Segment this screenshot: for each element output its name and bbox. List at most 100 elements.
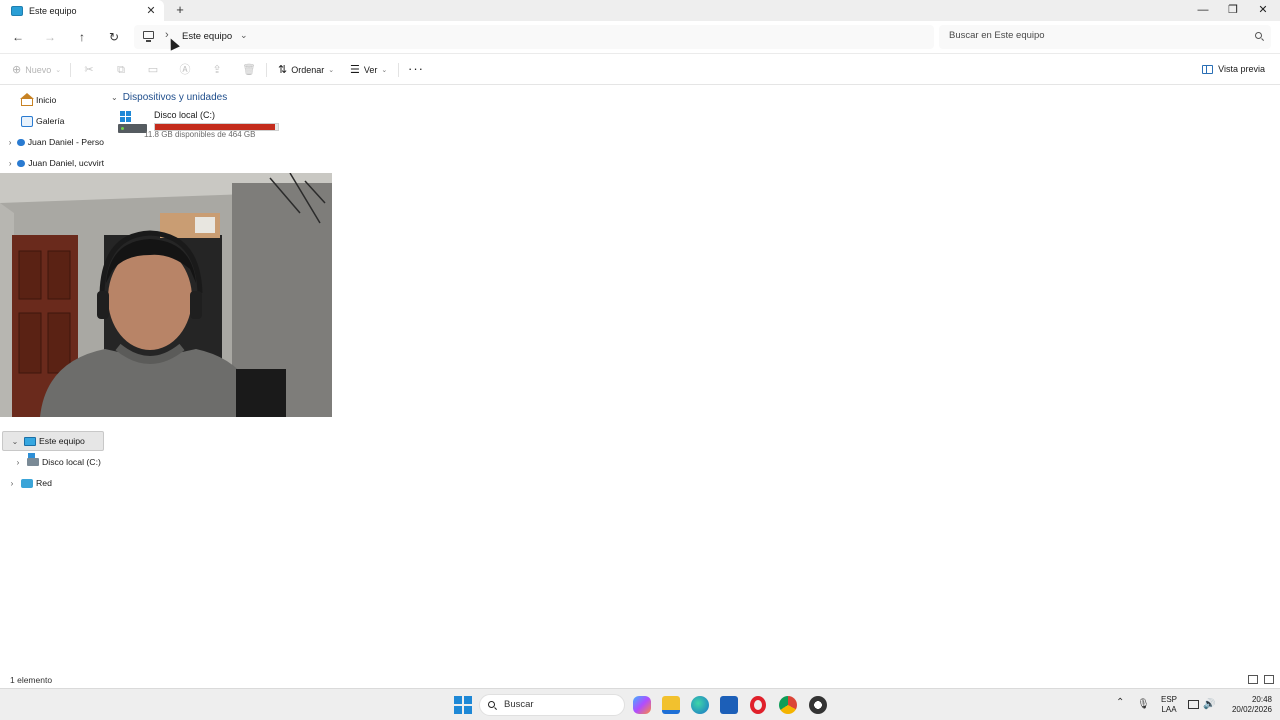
sidebar-item-red[interactable]: › Red [0,473,104,493]
collapse-chevron-icon[interactable]: ⌄ [10,437,20,446]
tiles-view-icon[interactable] [1264,675,1274,684]
search-input[interactable] [949,30,1239,41]
sort-icon: ⇅ [278,64,288,76]
pc-icon [143,31,154,42]
group-header-devices[interactable]: ⌄ Dispositivos y unidades [111,92,227,103]
expand-chevron-icon[interactable]: › [13,458,23,467]
copilot-icon[interactable] [633,696,651,714]
network-icon [21,478,33,488]
drive-free-space: 11.8 GB disponibles de 464 GB [144,130,256,139]
taskbar-search-input[interactable] [504,699,614,710]
up-button[interactable]: ↑ [73,29,91,45]
opera-browser-icon[interactable] [750,696,766,714]
search-icon [488,701,495,708]
expand-chevron-icon[interactable]: › [7,479,17,488]
new-button[interactable]: ⊕ Nuevo ⌄ [12,63,61,76]
volume-icon[interactable]: 🔊 [1203,699,1215,710]
language-indicator[interactable]: ESP LAA [1158,695,1180,715]
refresh-button[interactable]: ↻ [105,29,123,45]
sidebar-item-galeria[interactable]: Galería [0,111,104,131]
search-icon[interactable] [1255,32,1262,39]
item-count: 1 elemento [10,675,53,685]
sidebar-item-label: Juan Daniel, ucvvirt [28,158,104,168]
divider [266,63,267,77]
sidebar-item-onedrive-ucvvirtual[interactable]: › Juan Daniel, ucvvirt [0,153,104,173]
view-button[interactable]: ☰ Ver ⌄ [350,63,387,76]
file-explorer-icon[interactable] [662,696,680,714]
taskbar-search[interactable] [479,694,625,716]
explorer-tab-icon [11,5,23,16]
cut-icon[interactable]: ✂ [82,63,96,77]
share-icon[interactable]: ⇪ [210,63,224,77]
sidebar-item-label: Juan Daniel - Perso [27,137,104,147]
sidebar-item-label: Galería [36,116,65,126]
drive-name: Disco local (C:) [154,110,216,120]
windows-start-icon[interactable] [454,696,472,714]
onedrive-icon [17,159,26,167]
view-label: Ver [363,64,378,75]
breadcrumb-este-equipo[interactable]: Este equipo [182,31,232,42]
taskbar: ⌃ 🎙 ESP LAA 🔊 20:48 20/02/2026 [0,688,1280,720]
details-view-icon[interactable] [1248,675,1258,684]
address-bar[interactable]: › Este equipo ⌄ [134,25,934,49]
maximize-button[interactable]: ❐ [1218,0,1248,21]
chevron-down-icon: ⌄ [381,66,388,74]
onedrive-icon [17,138,25,146]
collapse-chevron-icon[interactable]: ⌄ [111,93,118,102]
delete-icon[interactable]: 🗑 [242,63,256,77]
home-icon [20,92,34,106]
preview-label: Vista previa [1218,64,1265,74]
minimize-button[interactable]: — [1188,0,1218,21]
preview-pane-button[interactable]: Vista previa [1202,64,1265,74]
expand-chevron-icon[interactable]: › [7,138,13,147]
keyboard-layout: LAA [1161,705,1177,714]
paste-icon[interactable]: ▭ [146,63,160,77]
microsoft-store-icon[interactable] [720,696,738,714]
sidebar-item-label: Inicio [36,95,57,105]
clock-time: 20:48 [1251,695,1272,704]
address-history-dropdown-icon[interactable]: ⌄ [240,30,248,41]
search-box[interactable] [939,25,1271,49]
clock[interactable]: 20:48 20/02/2026 [1222,695,1272,715]
new-plus-icon: ⊕ [12,64,22,76]
forward-button[interactable]: → [41,29,59,45]
chevron-down-icon: ⌄ [328,66,335,74]
sidebar-item-label: Disco local (C:) [42,457,101,467]
tab-este-equipo[interactable]: Este equipo ✕ [0,0,164,21]
gallery-icon [21,115,33,127]
sidebar-item-disco-local[interactable]: › Disco local (C:) [0,452,104,472]
sort-button[interactable]: ⇅ Ordenar ⌄ [278,63,334,76]
title-bar: Este equipo ✕ + — ❐ ✕ [0,0,1280,21]
expand-chevron-icon[interactable]: › [7,159,13,168]
copy-icon[interactable]: ⧉ [114,63,128,77]
tab-title: Este equipo [29,5,77,16]
rename-icon[interactable]: Ⓐ [178,63,192,77]
close-tab-icon[interactable]: ✕ [142,4,160,17]
more-options-icon[interactable]: ··· [408,61,424,76]
sidebar-item-inicio[interactable]: Inicio [0,90,104,110]
pc-icon [24,436,36,446]
new-label: Nuevo [25,64,52,75]
divider [70,63,71,77]
sidebar-item-este-equipo[interactable]: ⌄ Este equipo [2,431,104,451]
sidebar-item-onedrive-personal[interactable]: › Juan Daniel - Perso [0,132,104,152]
sidebar-item-label: Red [36,478,52,488]
microphone-icon[interactable]: 🎙 [1137,699,1150,710]
drive-icon [27,453,39,466]
sidebar-item-label: Este equipo [39,436,85,446]
preview-pane-icon [1202,64,1214,74]
close-window-button[interactable]: ✕ [1248,0,1278,21]
group-title: Dispositivos y unidades [122,92,228,103]
obs-studio-icon[interactable] [809,696,827,714]
network-status-icon[interactable] [1188,700,1199,709]
back-button[interactable]: ← [9,29,27,45]
view-icon: ☰ [350,64,360,76]
show-hidden-icons-icon[interactable]: ⌃ [1116,697,1124,708]
chrome-browser-icon[interactable] [779,696,797,714]
command-bar: ⊕ Nuevo ⌄ ✂ ⧉ ▭ Ⓐ ⇪ 🗑 ⇅ Ordenar ⌄ ☰ Ver … [0,55,1280,85]
webcam-feed-image [0,173,332,417]
edge-browser-icon[interactable] [691,696,709,714]
chevron-down-icon: ⌄ [55,66,62,74]
new-tab-button[interactable]: + [172,2,188,18]
divider [398,63,399,77]
